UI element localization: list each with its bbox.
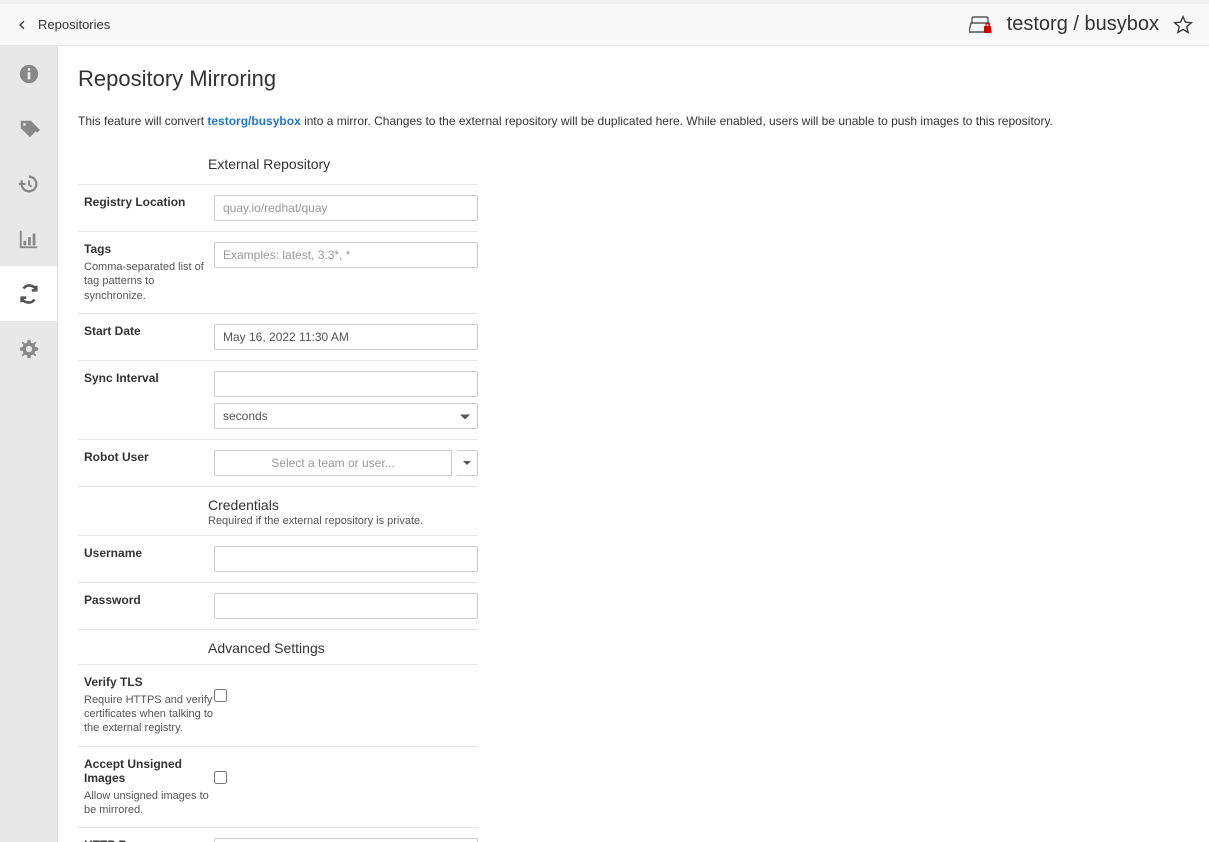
row-verify-tls: Verify TLS Require HTTPS and verify cert… <box>78 664 478 746</box>
robot-select-caret[interactable] <box>456 450 478 476</box>
intro-text: This feature will convert testorg/busybo… <box>78 114 1189 128</box>
sidebar-history[interactable] <box>0 156 57 211</box>
help-unsigned: Allow unsigned images to be mirrored. <box>84 789 214 818</box>
intro-repo-link[interactable]: testorg/busybox <box>207 114 300 128</box>
sidebar <box>0 46 58 842</box>
input-http-proxy[interactable] <box>214 838 478 842</box>
input-password[interactable] <box>214 593 478 619</box>
row-registry: Registry Location <box>78 184 478 231</box>
section-credentials-sub: Required if the external repository is p… <box>78 515 478 527</box>
label-password: Password <box>84 593 214 607</box>
label-tags: Tags <box>84 242 214 256</box>
row-http-proxy: HTTP Proxy <box>78 827 478 842</box>
select-sync-unit[interactable]: seconds <box>214 403 478 429</box>
input-sync-interval[interactable] <box>214 371 478 397</box>
input-registry[interactable] <box>214 195 478 221</box>
sidebar-tags[interactable] <box>0 101 57 156</box>
page-title: Repository Mirroring <box>78 66 1189 92</box>
intro-prefix: This feature will convert <box>78 114 207 128</box>
input-username[interactable] <box>214 546 478 572</box>
input-start-date[interactable] <box>214 324 478 350</box>
checkbox-verify-tls[interactable] <box>214 689 227 702</box>
checkbox-unsigned[interactable] <box>214 771 227 784</box>
label-unsigned: Accept Unsigned Images <box>84 757 214 785</box>
help-verify-tls: Require HTTPS and verify certificates wh… <box>84 693 214 736</box>
row-robot: Robot User Select a team or user... <box>78 439 478 486</box>
sidebar-info[interactable] <box>0 46 57 101</box>
input-tags[interactable] <box>214 242 478 268</box>
label-username: Username <box>84 546 214 560</box>
mirror-form: External Repository Registry Location Ta… <box>78 146 478 842</box>
section-advanced: Advanced Settings <box>78 630 478 664</box>
top-bar: Repositories testorg / busybox <box>0 0 1209 46</box>
breadcrumb-repositories[interactable]: Repositories <box>38 17 110 32</box>
back-arrow-icon[interactable] <box>16 19 28 31</box>
sidebar-settings[interactable] <box>0 321 57 376</box>
section-external: External Repository <box>78 146 478 184</box>
breadcrumb-area: Repositories <box>16 17 110 32</box>
label-sync-interval: Sync Interval <box>84 371 214 385</box>
sidebar-usage[interactable] <box>0 211 57 266</box>
row-username: Username <box>78 535 478 582</box>
row-tags: Tags Comma-separated list of tag pattern… <box>78 231 478 313</box>
repo-title: testorg / busybox <box>1007 13 1159 36</box>
row-sync-interval: Sync Interval seconds <box>78 360 478 439</box>
intro-suffix: into a mirror. Changes to the external r… <box>301 114 1053 128</box>
robot-select-main[interactable]: Select a team or user... <box>214 450 452 476</box>
section-credentials: Credentials <box>78 487 478 515</box>
label-registry: Registry Location <box>84 195 214 209</box>
sidebar-mirror[interactable] <box>0 266 57 321</box>
label-verify-tls: Verify TLS <box>84 675 214 689</box>
private-repo-icon <box>969 15 993 35</box>
row-unsigned: Accept Unsigned Images Allow unsigned im… <box>78 746 478 828</box>
help-tags: Comma-separated list of tag patterns to … <box>84 260 214 303</box>
label-start-date: Start Date <box>84 324 214 338</box>
label-http-proxy: HTTP Proxy <box>84 838 214 842</box>
row-password: Password <box>78 582 478 629</box>
star-icon[interactable] <box>1173 15 1193 35</box>
content-area: Repository Mirroring This feature will c… <box>58 46 1209 842</box>
row-start-date: Start Date <box>78 313 478 360</box>
label-robot: Robot User <box>84 450 214 464</box>
header-right: testorg / busybox <box>969 13 1193 36</box>
